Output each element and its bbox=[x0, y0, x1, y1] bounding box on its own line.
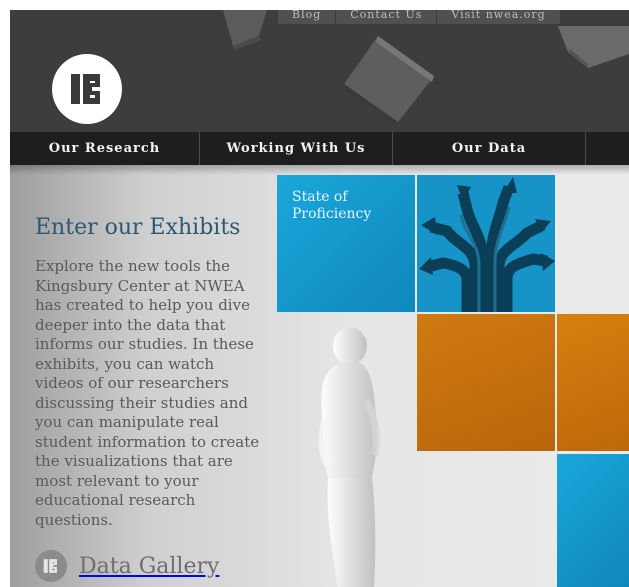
data-gallery-link[interactable]: Data Gallery bbox=[35, 550, 219, 582]
cube-decoration-top bbox=[223, 10, 267, 50]
orange-exhibit-tile[interactable] bbox=[417, 314, 555, 451]
blue-exhibit-tile-bottom[interactable] bbox=[557, 454, 629, 587]
nav-extra[interactable] bbox=[586, 132, 629, 165]
cube-decoration-center bbox=[342, 36, 434, 124]
arrows-exhibit-tile[interactable] bbox=[417, 175, 555, 312]
top-nav-nwea-link[interactable]: Visit nwea.org bbox=[436, 10, 560, 24]
top-nav-blog-link[interactable]: Blog bbox=[278, 10, 336, 24]
exhibits-description: Explore the new tools the Kingsbury Cent… bbox=[35, 257, 260, 529]
top-nav: Blog Contact Us Visit nwea.org bbox=[278, 10, 560, 24]
data-gallery-label: Data Gallery bbox=[79, 553, 220, 579]
state-of-proficiency-tile[interactable]: State of Proficiency bbox=[277, 175, 415, 312]
nav-working-with-us[interactable]: Working With Us bbox=[200, 132, 393, 165]
nav-our-data[interactable]: Our Data bbox=[393, 132, 586, 165]
branching-arrows-icon bbox=[419, 177, 555, 312]
page-frame: Blog Contact Us Visit nwea.org Our Resea… bbox=[10, 10, 629, 587]
nav-our-research[interactable]: Our Research bbox=[10, 132, 200, 165]
cube-decoration-right bbox=[558, 26, 629, 68]
exhibits-section: Enter our Exhibits Explore the new tools… bbox=[10, 165, 629, 587]
top-nav-contact-link[interactable]: Contact Us bbox=[335, 10, 437, 24]
logo-icon bbox=[35, 550, 67, 582]
main-nav: Our Research Working With Us Our Data bbox=[10, 132, 629, 165]
woman-figure-image bbox=[318, 328, 380, 587]
exhibits-title: Enter our Exhibits bbox=[35, 215, 241, 240]
logo-icon bbox=[71, 74, 100, 104]
state-of-proficiency-label: State of Proficiency bbox=[292, 189, 372, 222]
site-header: Blog Contact Us Visit nwea.org bbox=[10, 10, 629, 132]
kingsbury-logo[interactable] bbox=[52, 54, 122, 124]
orange-exhibit-tile-right[interactable] bbox=[557, 314, 629, 451]
